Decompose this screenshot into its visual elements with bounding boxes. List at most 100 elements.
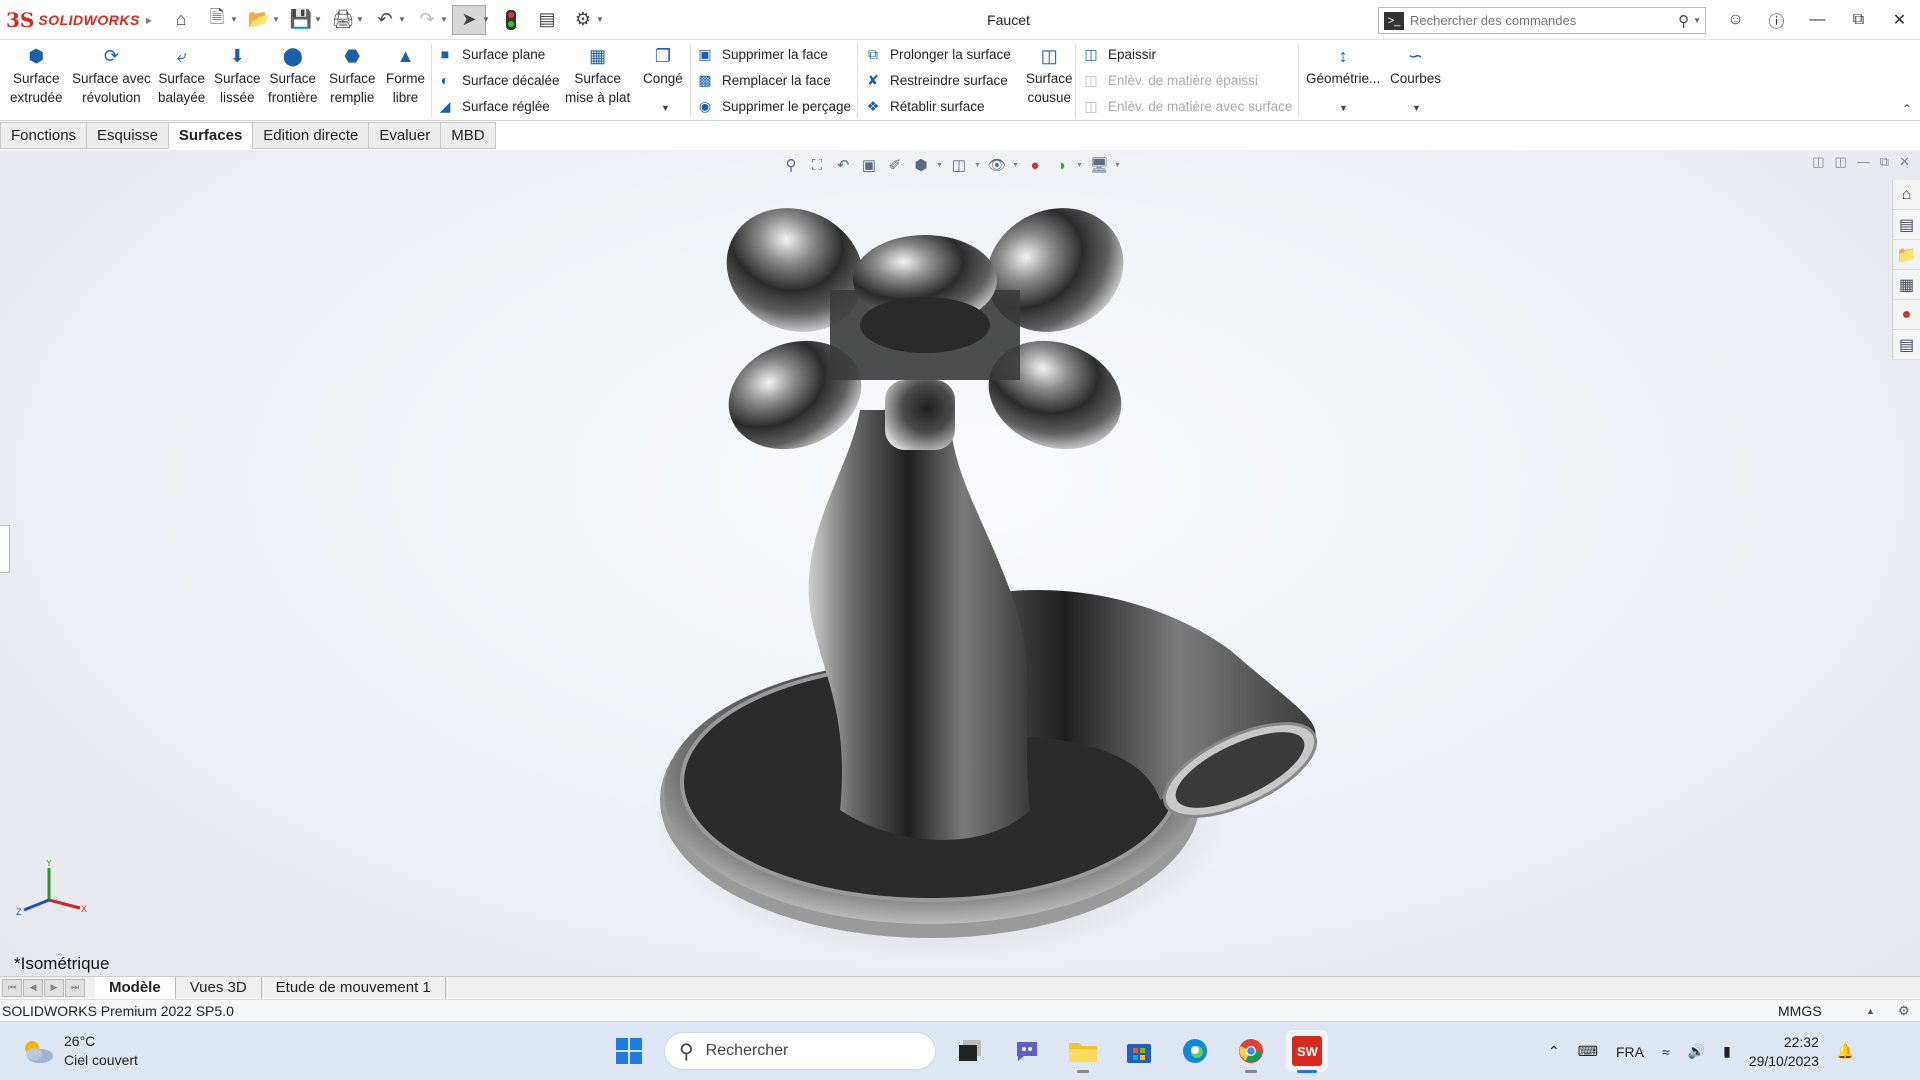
tab-3d-views[interactable]: Vues 3D	[176, 976, 262, 999]
unit-system[interactable]: MMGS	[1778, 1003, 1822, 1019]
options-dropdown-icon[interactable]: ▼	[596, 15, 606, 24]
minimize-icon[interactable]: —	[1797, 0, 1838, 40]
freeform-button[interactable]: ▲ Forme libre	[386, 45, 425, 107]
unit-system-dropdown-icon[interactable]: ▲	[1866, 1006, 1875, 1016]
collapse-ribbon-icon[interactable]: ⌃	[1902, 102, 1912, 116]
solidworks-menu[interactable]: 3S SOLIDWORKS ▸	[0, 8, 152, 32]
save-dropdown-icon[interactable]: ▼	[314, 15, 324, 24]
search-icon: ⚲	[679, 1040, 694, 1063]
reference-geometry-button[interactable]: ↕ Géométrie...	[1306, 45, 1380, 88]
rebuild-traffic-light-icon[interactable]	[494, 5, 528, 35]
replace-face-button[interactable]: ▩ Remplacer la face	[696, 68, 830, 92]
file-explorer-folder-icon[interactable]	[1062, 1030, 1104, 1073]
input-language[interactable]: FRA	[1616, 1044, 1644, 1060]
windows-start-icon[interactable]	[608, 1030, 650, 1072]
notifications-bell-icon[interactable]: 🔔	[1837, 1043, 1854, 1060]
tab-surfaces[interactable]: Surfaces	[168, 122, 254, 149]
first-tab-icon[interactable]: ⏮	[2, 978, 22, 997]
options-gear-icon[interactable]: ⚙	[566, 5, 600, 35]
print-icon[interactable]: 🖨	[326, 5, 360, 35]
taskbar-search[interactable]: ⚲ Rechercher	[664, 1032, 936, 1070]
boundary-surface-button[interactable]: ⬤ Surface frontière	[268, 45, 318, 107]
microsoft-store-icon[interactable]	[1118, 1030, 1160, 1072]
tab-motion-study[interactable]: Etude de mouvement 1	[262, 976, 446, 999]
wifi-icon[interactable]: ≈	[1662, 1044, 1670, 1060]
curves-button[interactable]: ∽ Courbes	[1390, 45, 1441, 88]
search-dropdown-icon[interactable]: ▼	[1693, 16, 1705, 25]
open-dropdown-icon[interactable]: ▼	[272, 15, 282, 24]
previous-tab-icon[interactable]: ◀	[23, 978, 43, 997]
fillet-dropdown-icon[interactable]: ▼	[661, 103, 670, 113]
tab-model[interactable]: Modèle	[95, 976, 176, 999]
file-properties-icon[interactable]: ▤	[530, 5, 564, 35]
delete-hole-button[interactable]: ◉ Supprimer le perçage	[696, 94, 851, 118]
filled-surface-button[interactable]: ⬣ Surface remplie	[329, 45, 376, 107]
show-hidden-icons-icon[interactable]: ⌃	[1548, 1043, 1560, 1060]
tab-mbd[interactable]: MBD	[441, 122, 496, 149]
geometry-dropdown-icon[interactable]: ▼	[1339, 103, 1348, 113]
thicken-button[interactable]: ◫ Epaissir	[1082, 42, 1156, 66]
delete-face-button[interactable]: ▣ Supprimer la face	[696, 42, 827, 66]
solidworks-taskbar-icon[interactable]: SW	[1286, 1030, 1328, 1073]
chrome-browser-icon[interactable]	[1230, 1030, 1272, 1073]
last-tab-icon[interactable]: ⏭	[65, 978, 85, 997]
search-icon[interactable]: ⚲	[1674, 12, 1693, 30]
trim-surface-button[interactable]: ✘ Restreindre surface	[864, 68, 1008, 92]
new-document-icon[interactable]: 🗎	[200, 5, 234, 35]
save-icon[interactable]: 💾	[284, 5, 318, 35]
print-dropdown-icon[interactable]: ▼	[356, 15, 366, 24]
edge-browser-icon[interactable]	[1174, 1030, 1216, 1072]
running-indicator	[1077, 1070, 1089, 1073]
close-icon[interactable]: ✕	[1879, 0, 1920, 40]
task-view-icon[interactable]	[950, 1030, 992, 1072]
offset-surface-button[interactable]: ◐ Surface décalée	[436, 68, 560, 92]
swept-surface-button[interactable]: ⤶ Surface balayée	[158, 45, 205, 107]
flatten-surface-button[interactable]: ▦ Surface mise à plat	[565, 45, 630, 107]
undo-icon[interactable]: ↶	[368, 5, 402, 35]
lofted-surface-button[interactable]: ⬇ Surface lissée	[214, 45, 261, 107]
user-account-icon[interactable]: ☺	[1715, 0, 1756, 40]
extend-surface-button[interactable]: ⧉ Prolonger la surface	[864, 42, 1011, 66]
command-search-box[interactable]: >_ ⚲ ▼	[1378, 7, 1706, 34]
tab-edition-directe[interactable]: Edition directe	[253, 122, 370, 149]
battery-icon[interactable]: ▮	[1723, 1043, 1731, 1060]
button-label: frontière	[268, 90, 318, 105]
new-dropdown-icon[interactable]: ▼	[230, 15, 240, 24]
curves-dropdown-icon[interactable]: ▼	[1412, 103, 1421, 113]
redo-dropdown-icon[interactable]: ▼	[440, 15, 450, 24]
select-dropdown-icon[interactable]: ▼	[482, 15, 492, 24]
knit-surface-button[interactable]: ◫ Surface cousue	[1026, 45, 1073, 107]
untrim-surface-button[interactable]: ❖ Rétablir surface	[864, 94, 985, 118]
thickened-cut-button[interactable]: ◫ Enlèv. de matière épaissi	[1082, 68, 1257, 92]
help-icon[interactable]: ⓘ	[1756, 0, 1797, 40]
redo-icon[interactable]: ↷	[410, 5, 444, 35]
weather-widget[interactable]: 26°C Ciel couvert	[20, 1032, 138, 1070]
open-folder-icon[interactable]: 📂	[242, 5, 276, 35]
faucet-3d-model[interactable]	[0, 150, 1920, 976]
command-search-input[interactable]	[1410, 13, 1675, 28]
clock[interactable]: 22:32 29/10/2023	[1749, 1033, 1819, 1071]
restore-icon[interactable]: ⧉	[1838, 0, 1879, 40]
undo-dropdown-icon[interactable]: ▼	[398, 15, 408, 24]
menu-flyout-icon[interactable]: ▸	[146, 13, 152, 27]
ruled-surface-button[interactable]: ◢ Surface réglée	[436, 94, 550, 118]
reference-geometry-icon: ↕	[1338, 45, 1348, 66]
status-options-icon[interactable]: ⚙	[1898, 1003, 1910, 1019]
next-tab-icon[interactable]: ▶	[44, 978, 64, 997]
tab-esquisse[interactable]: Esquisse	[87, 122, 169, 149]
graphics-area[interactable]: ⚲ ⛶ ↶ ▣ ✐ ⬢ ▼ ◫ ▼ 👁 ▼ ● ◑ ▼ 🖥 ▼ ◫ ◫ — ⧉ …	[0, 150, 1920, 976]
keyboard-icon[interactable]: ⌨	[1578, 1043, 1598, 1060]
teams-chat-icon[interactable]	[1006, 1030, 1048, 1072]
running-indicator	[1245, 1070, 1257, 1073]
revolved-surface-button[interactable]: ⟳ Surface avec révolution	[72, 45, 151, 107]
button-label: balayée	[158, 90, 206, 105]
tab-evaluer[interactable]: Evaluer	[369, 122, 442, 149]
cut-with-surface-button[interactable]: ◫ Enlèv. de matière avec surface	[1082, 94, 1292, 118]
select-cursor-icon[interactable]: ➤	[452, 4, 486, 35]
extruded-surface-button[interactable]: ⬢ Surface extrudée	[10, 45, 63, 107]
volume-icon[interactable]: 🔊	[1688, 1043, 1705, 1060]
fillet-button[interactable]: ❐ Congé	[643, 45, 683, 88]
tab-fonctions[interactable]: Fonctions	[0, 122, 88, 149]
home-icon[interactable]: ⌂	[164, 5, 198, 35]
planar-surface-button[interactable]: ■ Surface plane	[436, 42, 546, 66]
